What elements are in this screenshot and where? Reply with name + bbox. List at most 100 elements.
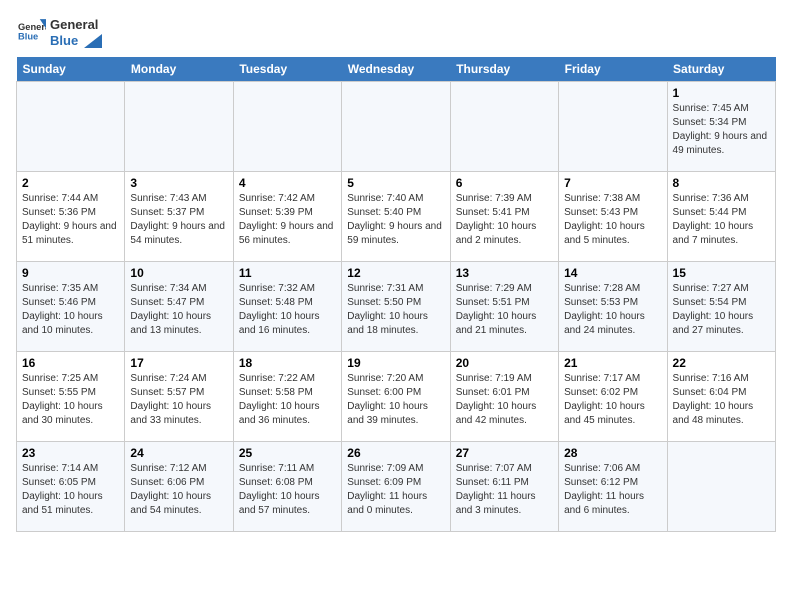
day-info: Sunrise: 7:27 AM Sunset: 5:54 PM Dayligh… — [673, 282, 770, 338]
calendar-cell: 4 Sunrise: 7:42 AM Sunset: 5:39 PM Daylig… — [233, 172, 341, 262]
calendar-week-2: 2 Sunrise: 7:44 AM Sunset: 5:36 PM Daylig… — [17, 172, 776, 262]
calendar-cell — [233, 82, 341, 172]
day-number: 4 — [239, 176, 336, 190]
header-friday: Friday — [559, 57, 667, 82]
day-number: 27 — [456, 446, 553, 460]
calendar-cell: 5Sunrise: 7:40 AM Sunset: 5:40 PM Daylig… — [342, 172, 450, 262]
day-number: 19 — [347, 356, 444, 370]
day-number: 1 — [673, 86, 770, 100]
day-number: 18 — [239, 356, 336, 370]
day-number: 12 — [347, 266, 444, 280]
day-number: 16 — [22, 356, 119, 370]
calendar-cell: 25 Sunrise: 7:11 AM Sunset: 6:08 PM Dayli… — [233, 442, 341, 532]
calendar-cell: 9 Sunrise: 7:35 AM Sunset: 5:46 PM Daylig… — [17, 262, 125, 352]
header-sunday: Sunday — [17, 57, 125, 82]
day-info: Sunrise: 7:32 AM Sunset: 5:48 PM Dayligh… — [239, 282, 336, 338]
calendar-header-row: SundayMondayTuesdayWednesdayThursdayFrid… — [17, 57, 776, 82]
calendar-cell: 8 Sunrise: 7:36 AM Sunset: 5:44 PM Daylig… — [667, 172, 775, 262]
day-number: 17 — [130, 356, 227, 370]
page-header: General Blue General Blue — [16, 16, 776, 49]
calendar-cell: 1 Sunrise: 7:45 AM Sunset: 5:34 PM Daylig… — [667, 82, 775, 172]
calendar-cell: 18 Sunrise: 7:22 AM Sunset: 5:58 PM Dayli… — [233, 352, 341, 442]
calendar-cell: 22 Sunrise: 7:16 AM Sunset: 6:04 PM Dayli… — [667, 352, 775, 442]
logo-icon: General Blue — [18, 16, 46, 44]
day-info: Sunrise: 7:38 AM Sunset: 5:43 PM Dayligh… — [564, 192, 661, 248]
day-info: Sunrise: 7:11 AM Sunset: 6:08 PM Dayligh… — [239, 462, 336, 518]
day-info: Sunrise: 7:35 AM Sunset: 5:46 PM Dayligh… — [22, 282, 119, 338]
calendar-cell: 24 Sunrise: 7:12 AM Sunset: 6:06 PM Dayli… — [125, 442, 233, 532]
calendar-cell: 12Sunrise: 7:31 AM Sunset: 5:50 PM Dayli… — [342, 262, 450, 352]
day-number: 7 — [564, 176, 661, 190]
calendar-cell: 2 Sunrise: 7:44 AM Sunset: 5:36 PM Daylig… — [17, 172, 125, 262]
calendar-week-4: 16 Sunrise: 7:25 AM Sunset: 5:55 PM Dayli… — [17, 352, 776, 442]
calendar-cell: 15 Sunrise: 7:27 AM Sunset: 5:54 PM Dayli… — [667, 262, 775, 352]
day-info: Sunrise: 7:39 AM Sunset: 5:41 PM Dayligh… — [456, 192, 553, 248]
day-info: Sunrise: 7:24 AM Sunset: 5:57 PM Dayligh… — [130, 372, 227, 428]
calendar-cell: 7 Sunrise: 7:38 AM Sunset: 5:43 PM Daylig… — [559, 172, 667, 262]
calendar-cell — [125, 82, 233, 172]
day-number: 3 — [130, 176, 227, 190]
calendar-cell: 11 Sunrise: 7:32 AM Sunset: 5:48 PM Dayli… — [233, 262, 341, 352]
calendar-week-5: 23Sunrise: 7:14 AM Sunset: 6:05 PM Dayli… — [17, 442, 776, 532]
day-number: 22 — [673, 356, 770, 370]
day-info: Sunrise: 7:25 AM Sunset: 5:55 PM Dayligh… — [22, 372, 119, 428]
header-monday: Monday — [125, 57, 233, 82]
calendar-cell — [342, 82, 450, 172]
day-number: 8 — [673, 176, 770, 190]
logo-blue: Blue — [50, 33, 78, 48]
day-info: Sunrise: 7:22 AM Sunset: 5:58 PM Dayligh… — [239, 372, 336, 428]
calendar-cell — [17, 82, 125, 172]
day-info: Sunrise: 7:45 AM Sunset: 5:34 PM Dayligh… — [673, 102, 770, 158]
day-number: 13 — [456, 266, 553, 280]
calendar-cell: 20Sunrise: 7:19 AM Sunset: 6:01 PM Dayli… — [450, 352, 558, 442]
day-info: Sunrise: 7:12 AM Sunset: 6:06 PM Dayligh… — [130, 462, 227, 518]
calendar-cell: 28 Sunrise: 7:06 AM Sunset: 6:12 PM Dayli… — [559, 442, 667, 532]
calendar-cell: 26 Sunrise: 7:09 AM Sunset: 6:09 PM Dayli… — [342, 442, 450, 532]
calendar-cell — [559, 82, 667, 172]
day-info: Sunrise: 7:44 AM Sunset: 5:36 PM Dayligh… — [22, 192, 119, 248]
day-number: 23 — [22, 446, 119, 460]
calendar-cell — [667, 442, 775, 532]
day-info: Sunrise: 7:40 AM Sunset: 5:40 PM Dayligh… — [347, 192, 444, 248]
day-info: Sunrise: 7:06 AM Sunset: 6:12 PM Dayligh… — [564, 462, 661, 518]
day-info: Sunrise: 7:09 AM Sunset: 6:09 PM Dayligh… — [347, 462, 444, 518]
logo-triangle-icon — [84, 34, 102, 48]
day-number: 28 — [564, 446, 661, 460]
header-tuesday: Tuesday — [233, 57, 341, 82]
day-number: 11 — [239, 266, 336, 280]
day-number: 25 — [239, 446, 336, 460]
day-info: Sunrise: 7:17 AM Sunset: 6:02 PM Dayligh… — [564, 372, 661, 428]
day-number: 24 — [130, 446, 227, 460]
header-wednesday: Wednesday — [342, 57, 450, 82]
day-info: Sunrise: 7:16 AM Sunset: 6:04 PM Dayligh… — [673, 372, 770, 428]
day-info: Sunrise: 7:07 AM Sunset: 6:11 PM Dayligh… — [456, 462, 553, 518]
day-number: 9 — [22, 266, 119, 280]
svg-text:Blue: Blue — [18, 31, 38, 41]
calendar-cell: 21 Sunrise: 7:17 AM Sunset: 6:02 PM Dayli… — [559, 352, 667, 442]
day-info: Sunrise: 7:19 AM Sunset: 6:01 PM Dayligh… — [456, 372, 553, 428]
day-number: 2 — [22, 176, 119, 190]
day-info: Sunrise: 7:42 AM Sunset: 5:39 PM Dayligh… — [239, 192, 336, 248]
logo-general: General — [50, 17, 98, 32]
calendar-week-3: 9 Sunrise: 7:35 AM Sunset: 5:46 PM Daylig… — [17, 262, 776, 352]
day-info: Sunrise: 7:43 AM Sunset: 5:37 PM Dayligh… — [130, 192, 227, 248]
day-number: 10 — [130, 266, 227, 280]
day-info: Sunrise: 7:29 AM Sunset: 5:51 PM Dayligh… — [456, 282, 553, 338]
calendar-cell: 10 Sunrise: 7:34 AM Sunset: 5:47 PM Dayli… — [125, 262, 233, 352]
day-info: Sunrise: 7:20 AM Sunset: 6:00 PM Dayligh… — [347, 372, 444, 428]
calendar-cell — [450, 82, 558, 172]
header-saturday: Saturday — [667, 57, 775, 82]
day-number: 15 — [673, 266, 770, 280]
header-thursday: Thursday — [450, 57, 558, 82]
calendar-table: SundayMondayTuesdayWednesdayThursdayFrid… — [16, 57, 776, 532]
calendar-cell: 6Sunrise: 7:39 AM Sunset: 5:41 PM Daylig… — [450, 172, 558, 262]
day-number: 26 — [347, 446, 444, 460]
day-info: Sunrise: 7:34 AM Sunset: 5:47 PM Dayligh… — [130, 282, 227, 338]
day-info: Sunrise: 7:28 AM Sunset: 5:53 PM Dayligh… — [564, 282, 661, 338]
calendar-cell: 14Sunrise: 7:28 AM Sunset: 5:53 PM Dayli… — [559, 262, 667, 352]
calendar-cell: 3 Sunrise: 7:43 AM Sunset: 5:37 PM Daylig… — [125, 172, 233, 262]
day-number: 21 — [564, 356, 661, 370]
calendar-cell: 23Sunrise: 7:14 AM Sunset: 6:05 PM Dayli… — [17, 442, 125, 532]
day-info: Sunrise: 7:36 AM Sunset: 5:44 PM Dayligh… — [673, 192, 770, 248]
calendar-cell: 27 Sunrise: 7:07 AM Sunset: 6:11 PM Dayli… — [450, 442, 558, 532]
